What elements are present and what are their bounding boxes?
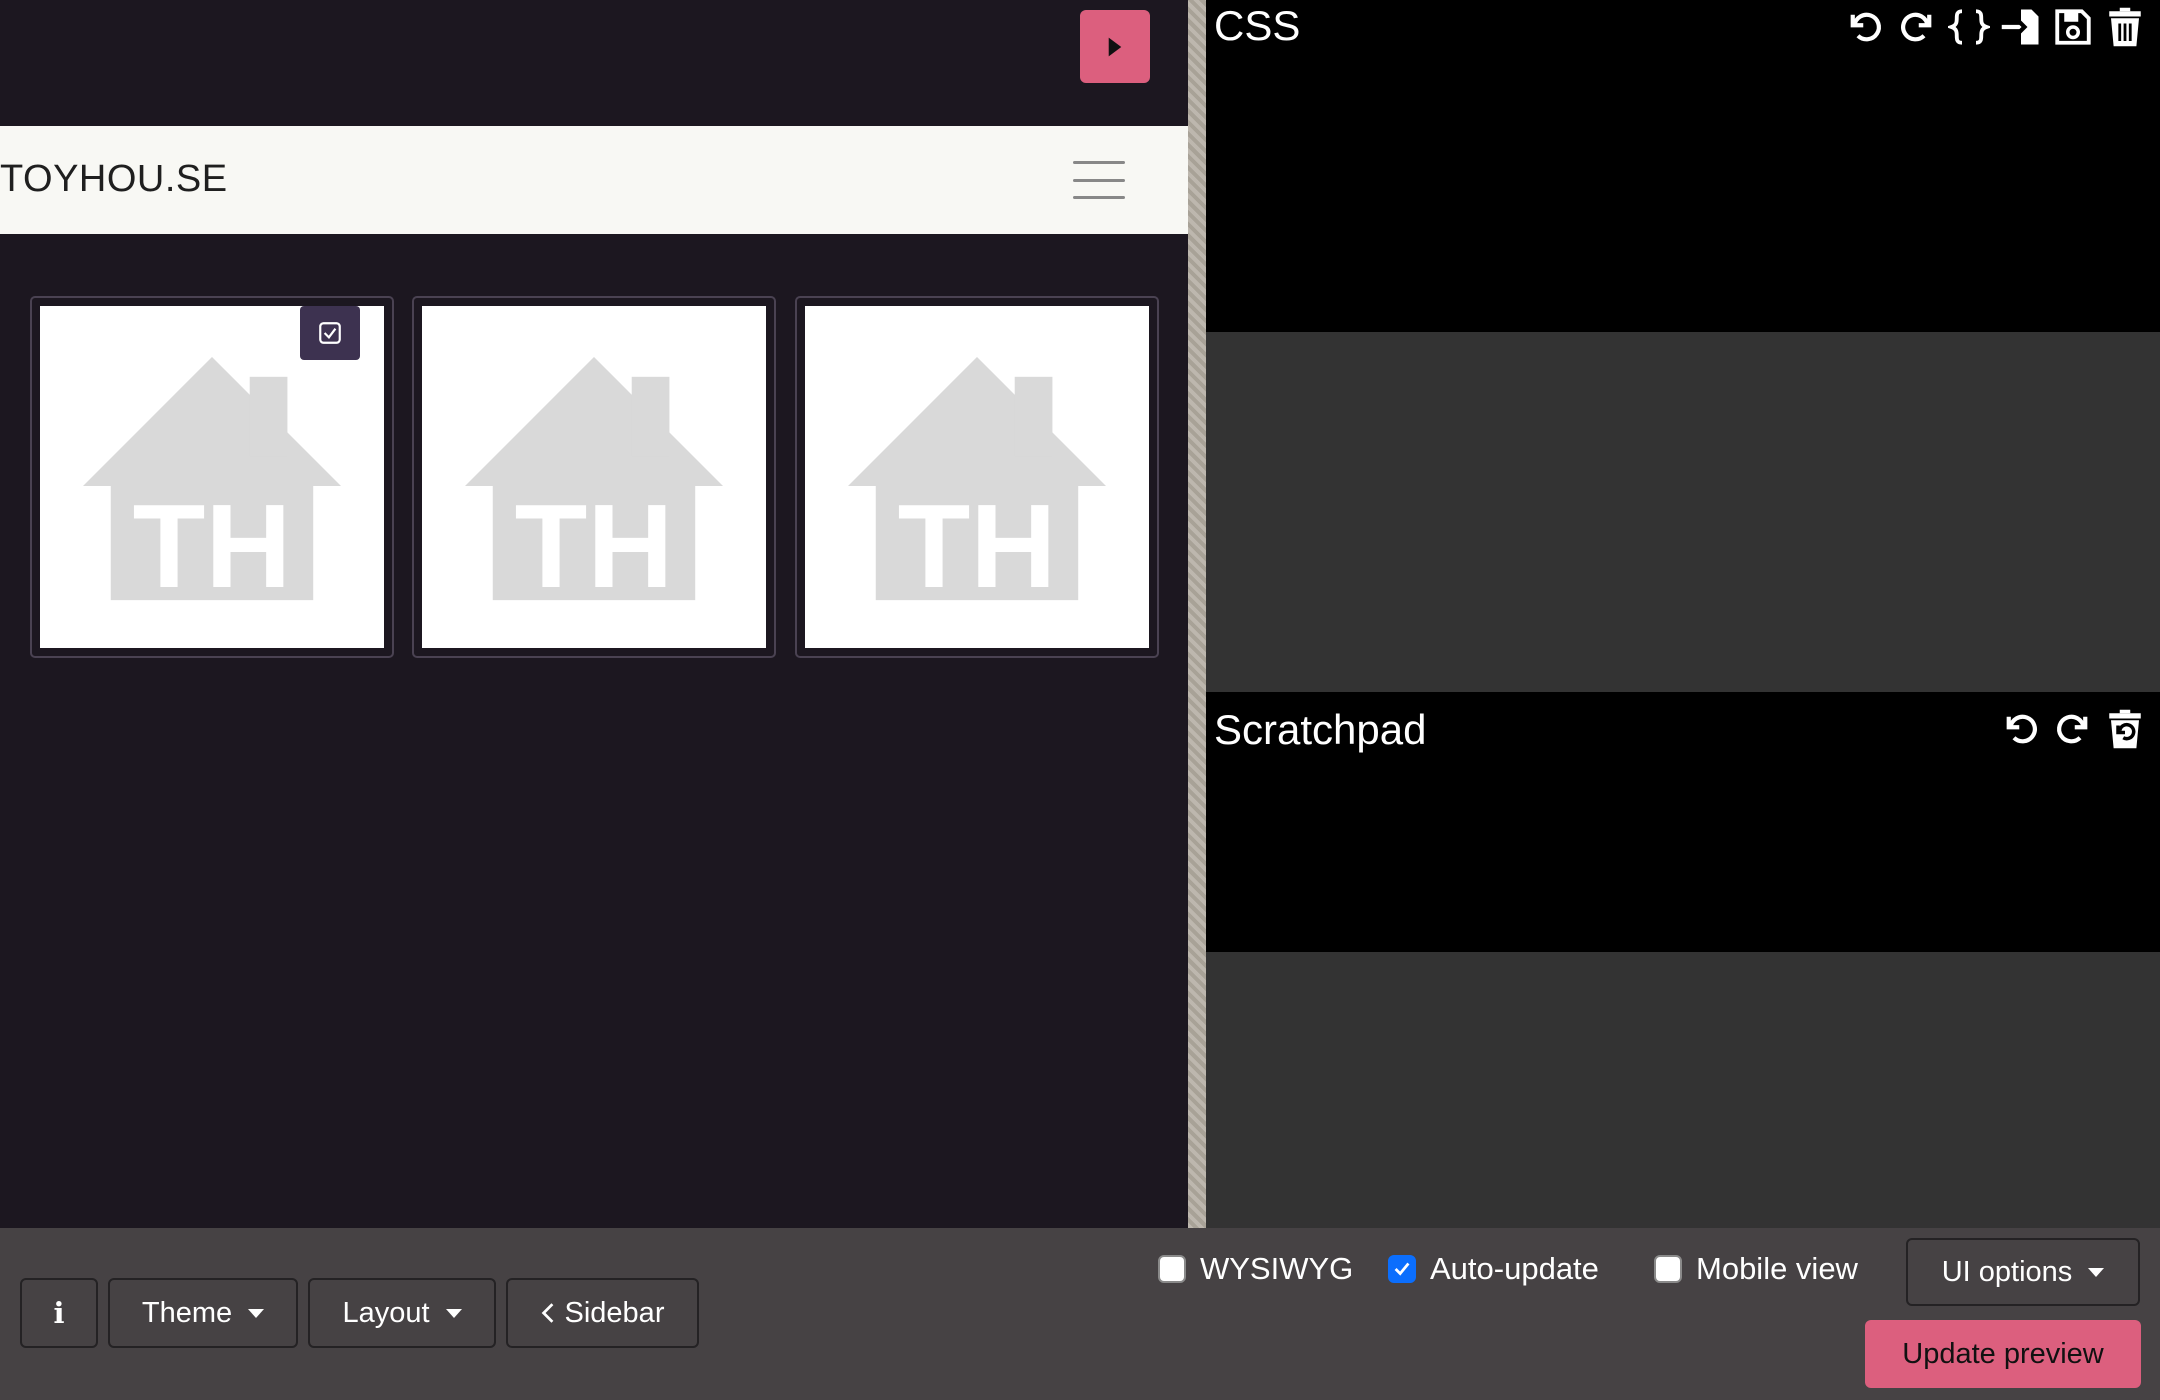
thumbnail-image: TH xyxy=(422,306,766,648)
toyhouse-placeholder-icon: TH xyxy=(83,356,341,613)
auto-update-label: Auto-update xyxy=(1430,1251,1599,1286)
thumbnail-placeholder-text: TH xyxy=(898,480,1057,613)
undo-icon[interactable] xyxy=(1842,4,1888,50)
ui-options-dropdown-button[interactable]: UI options xyxy=(1906,1238,2140,1306)
css-toolbar xyxy=(1842,4,2148,50)
import-icon[interactable] xyxy=(1998,4,2044,50)
toyhouse-placeholder-icon: TH xyxy=(848,356,1106,613)
preview-pane: TOYHOU.SE TH TH TH xyxy=(0,0,1188,1228)
redo-icon[interactable] xyxy=(1894,4,1940,50)
sidebar-toggle-button[interactable]: Sidebar xyxy=(506,1278,699,1348)
bottom-toolbar: i Theme Layout Sidebar WYSIWYG Auto-upda… xyxy=(0,1228,2160,1400)
layout-label: Layout xyxy=(342,1296,430,1329)
trash-restore-icon[interactable] xyxy=(2102,706,2148,752)
thumbnail-image: TH xyxy=(805,306,1149,648)
caret-down-icon xyxy=(248,1308,265,1318)
scratchpad-title: Scratchpad xyxy=(1214,706,1427,753)
hamburger-menu-icon[interactable] xyxy=(1073,161,1125,199)
thumbnail-placeholder-text: TH xyxy=(133,480,292,613)
theme-dropdown-button[interactable]: Theme xyxy=(108,1278,298,1348)
wysiwyg-toggle[interactable]: WYSIWYG xyxy=(1158,1248,1353,1290)
sidebar-label: Sidebar xyxy=(564,1296,665,1329)
info-icon: i xyxy=(53,1296,65,1330)
trash-icon[interactable] xyxy=(2102,4,2148,50)
chevron-left-icon xyxy=(541,1303,553,1323)
update-preview-button[interactable]: Update preview xyxy=(1865,1320,2141,1388)
auto-update-toggle[interactable]: Auto-update xyxy=(1388,1248,1599,1290)
update-preview-label: Update preview xyxy=(1902,1337,2104,1370)
undo-icon[interactable] xyxy=(1998,706,2044,752)
wysiwyg-label: WYSIWYG xyxy=(1200,1251,1354,1286)
checkmark-icon xyxy=(1394,1262,1410,1276)
mobile-view-toggle[interactable]: Mobile view xyxy=(1654,1248,1858,1290)
caret-right-icon xyxy=(1108,37,1122,56)
save-icon[interactable] xyxy=(2050,4,2096,50)
scratchpad-toolbar xyxy=(1998,706,2148,752)
editor-pane: CSS Scratchpad xyxy=(1206,0,2160,1228)
redo-icon[interactable] xyxy=(2050,706,2096,752)
site-navbar: TOYHOU.SE xyxy=(0,126,1188,234)
format-braces-icon[interactable] xyxy=(1946,4,1992,50)
caret-down-icon xyxy=(445,1308,462,1318)
toyhouse-placeholder-icon: TH xyxy=(465,356,723,613)
collapse-preview-button[interactable] xyxy=(1080,10,1150,83)
site-brand[interactable]: TOYHOU.SE xyxy=(0,158,228,201)
layout-dropdown-button[interactable]: Layout xyxy=(308,1278,496,1348)
css-editor[interactable]: CSS xyxy=(1206,0,2160,332)
pane-splitter[interactable] xyxy=(1188,0,1206,1228)
auto-update-checkbox[interactable] xyxy=(1388,1255,1416,1283)
css-editor-title: CSS xyxy=(1214,2,1301,49)
theme-label: Theme xyxy=(141,1296,233,1329)
info-button[interactable]: i xyxy=(20,1278,98,1348)
ui-options-label: UI options xyxy=(1941,1255,2073,1288)
thumbnail-placeholder-text: TH xyxy=(515,480,674,613)
thumbnail-card[interactable]: TH xyxy=(795,296,1159,658)
wysiwyg-checkbox[interactable] xyxy=(1158,1255,1186,1283)
mobile-view-checkbox[interactable] xyxy=(1654,1255,1682,1283)
thumbnail-card[interactable]: TH xyxy=(412,296,776,658)
caret-down-icon xyxy=(2088,1267,2105,1277)
mobile-view-label: Mobile view xyxy=(1696,1251,1858,1286)
scratchpad-editor[interactable]: Scratchpad xyxy=(1206,692,2160,952)
select-checkbox-icon[interactable] xyxy=(300,306,360,360)
